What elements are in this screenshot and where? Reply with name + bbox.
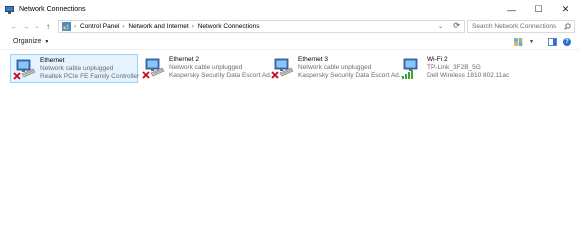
breadcrumb-network-and-internet[interactable]: Network and Internet bbox=[128, 23, 188, 30]
breadcrumb-separator: › bbox=[122, 23, 125, 30]
organize-label: Organize bbox=[13, 38, 42, 45]
window-title: Network Connections bbox=[19, 6, 86, 13]
search-input[interactable]: Search Network Connections bbox=[467, 20, 575, 33]
close-button[interactable]: ✕ bbox=[552, 0, 579, 19]
chevron-down-icon: ▼ bbox=[44, 39, 50, 45]
search-placeholder: Search Network Connections bbox=[472, 23, 557, 30]
breadcrumb-control-panel[interactable]: Control Panel bbox=[80, 23, 119, 30]
network-connections-app-icon bbox=[5, 5, 14, 14]
connection-status: Network cable unplugged bbox=[40, 65, 114, 72]
view-options-chevron-icon[interactable]: ▼ bbox=[529, 39, 534, 45]
ethernet-adapter-icon bbox=[142, 56, 166, 80]
connection-name: Wi-Fi 2 bbox=[427, 56, 448, 63]
address-bar[interactable]: › Control Panel › Network and Internet ›… bbox=[58, 20, 465, 33]
title-bar: Network Connections — ☐ ✕ bbox=[0, 0, 579, 19]
forward-button[interactable]: → bbox=[21, 22, 31, 31]
connection-item-ethernet[interactable]: Ethernet Network cable unplugged Realtek… bbox=[10, 54, 140, 83]
search-icon[interactable] bbox=[564, 23, 571, 30]
ethernet-adapter-icon bbox=[271, 56, 295, 80]
recent-locations-button[interactable]: ⌄ bbox=[32, 23, 42, 30]
connection-status: TP-Link_3F2B_5G bbox=[427, 64, 481, 71]
connection-adapter: Dell Wireless 1810 802.11ac bbox=[427, 72, 510, 79]
wifi-adapter-icon bbox=[400, 56, 424, 80]
refresh-icon[interactable]: ⟳ bbox=[453, 21, 460, 30]
connection-name: Ethernet 2 bbox=[169, 56, 199, 63]
connection-item-ethernet-3[interactable]: Ethernet 3 Network cable unplugged Kaspe… bbox=[269, 54, 404, 83]
connection-name: Ethernet 3 bbox=[298, 56, 328, 63]
connection-adapter: Kaspersky Security Data Escort Ad... bbox=[169, 72, 276, 79]
signal-bars-icon bbox=[402, 70, 413, 79]
connection-adapter: Realtek PCIe FE Family Controller bbox=[40, 73, 140, 80]
breadcrumb-separator: › bbox=[74, 23, 76, 30]
help-icon[interactable]: ? bbox=[563, 38, 571, 46]
command-bar: Organize ▼ ▼ ? bbox=[0, 35, 579, 50]
connection-status: Network cable unplugged bbox=[298, 64, 372, 71]
connections-list: Ethernet Network cable unplugged Realtek… bbox=[0, 51, 579, 245]
disconnected-x-icon bbox=[142, 71, 150, 79]
maximize-button[interactable]: ☐ bbox=[525, 0, 552, 19]
connection-name: Ethernet bbox=[40, 57, 65, 64]
minimize-button[interactable]: — bbox=[498, 0, 525, 19]
breadcrumb-separator: › bbox=[191, 23, 194, 30]
address-row: ← → ⌄ ↑ › Control Panel › Network and In… bbox=[0, 19, 579, 34]
back-button[interactable]: ← bbox=[9, 22, 19, 31]
organize-menu-button[interactable]: Organize ▼ bbox=[13, 38, 49, 45]
connection-adapter: Kaspersky Security Data Escort Ad... bbox=[298, 72, 405, 79]
disconnected-x-icon bbox=[271, 71, 279, 79]
control-panel-icon bbox=[62, 22, 71, 31]
connection-status: Network cable unplugged bbox=[169, 64, 243, 71]
change-view-icon[interactable] bbox=[514, 38, 523, 46]
breadcrumb-network-connections[interactable]: Network Connections bbox=[198, 23, 260, 30]
up-button[interactable]: ↑ bbox=[43, 22, 53, 31]
ethernet-adapter-icon bbox=[13, 57, 37, 81]
disconnected-x-icon bbox=[13, 72, 21, 80]
preview-pane-icon[interactable] bbox=[548, 38, 557, 46]
address-history-chevron-icon[interactable]: ⌄ bbox=[438, 23, 443, 30]
connection-item-wifi-2[interactable]: Wi-Fi 2 TP-Link_3F2B_5G Dell Wireless 18… bbox=[398, 54, 526, 83]
connection-item-ethernet-2[interactable]: Ethernet 2 Network cable unplugged Kaspe… bbox=[140, 54, 275, 83]
